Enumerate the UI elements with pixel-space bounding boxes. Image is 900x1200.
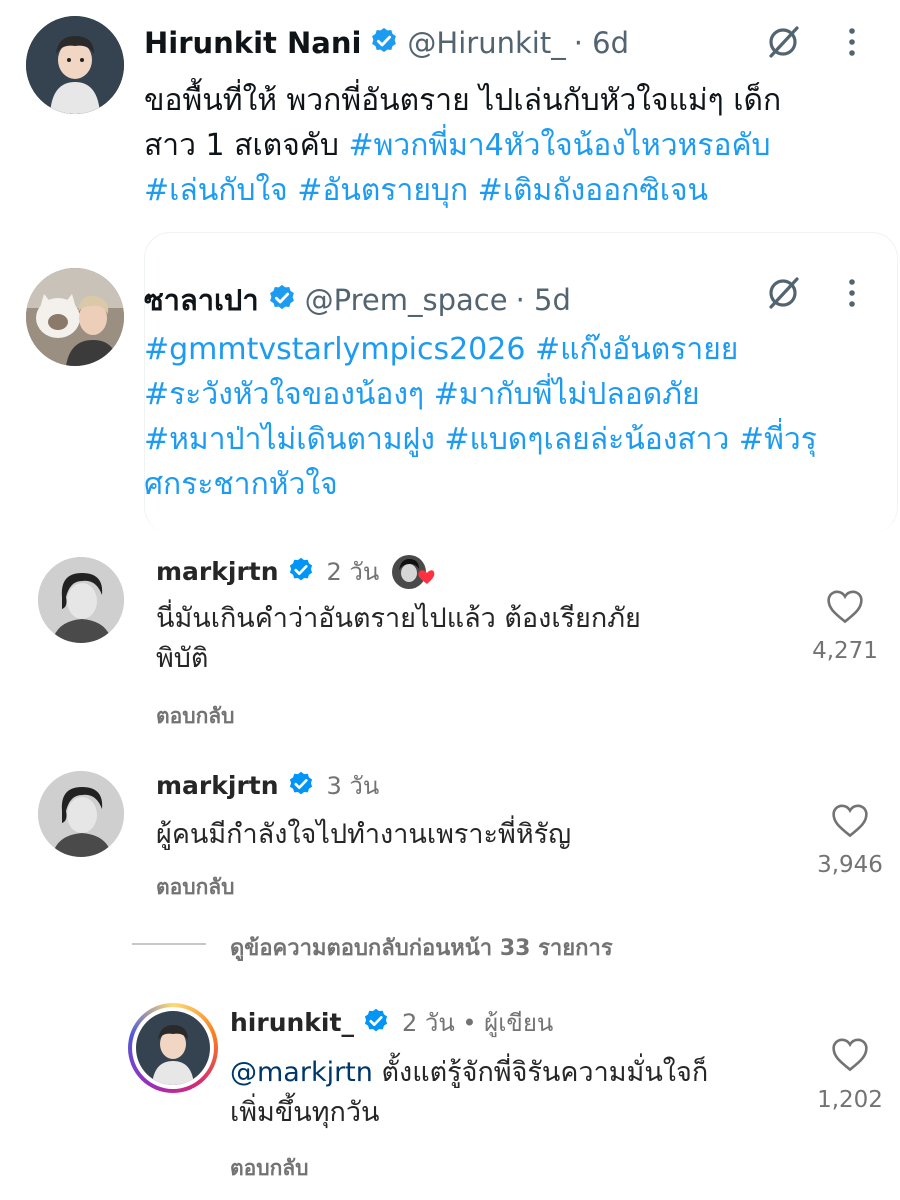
tweet-text: #gmmtvstarlympics2026 #แก๊งอันตรายย #ระว…: [144, 327, 884, 507]
hashtag-link[interactable]: #พวกพี่มา4หัวใจน้องไหวหรอคับ: [348, 128, 770, 163]
verified-icon: [362, 1007, 390, 1039]
mention-link[interactable]: @markjrtn: [230, 1057, 373, 1088]
comment-text-line: นี่มันเกินคำว่าอันตรายไปแล้ว ต้องเรียกภั…: [156, 603, 641, 634]
hashtag-link[interactable]: #หมาป่าไม่เดินตามฝูง #แบดๆเลยล่ะน้องสาว …: [144, 417, 884, 462]
handle[interactable]: @Hirunkit_: [407, 26, 565, 60]
timestamp[interactable]: · 6d: [574, 26, 629, 60]
hashtag-link[interactable]: #gmmtvstarlympics2026 #แก๊งอันตรายย: [144, 327, 884, 372]
hashtag-link[interactable]: ศกระชากหัวใจ: [144, 462, 884, 507]
avatar[interactable]: [26, 268, 124, 366]
avatar[interactable]: [38, 771, 124, 857]
tweet-text-fragment: สาว 1 สเตจคับ: [144, 128, 349, 163]
avatar-illustration: [38, 771, 124, 857]
avatar-illustration: [38, 557, 124, 643]
like-count: 4,271: [812, 638, 878, 664]
view-previous-replies[interactable]: ดูข้อความตอบกลับก่อนหน้า 33 รายการ: [230, 930, 613, 965]
comment-time: 3 วัน: [326, 772, 380, 800]
hashtag-link[interactable]: #เล่นกับใจ #อันตรายบุก #เติมถังออกซิเจน: [144, 168, 874, 213]
avatar[interactable]: [26, 16, 124, 114]
avatar-illustration: [26, 16, 124, 114]
reply-button[interactable]: ตอบกลับ: [156, 871, 235, 904]
verified-icon: [287, 770, 315, 802]
avatar-illustration: [136, 1011, 210, 1085]
handle[interactable]: @Prem_space: [305, 283, 508, 317]
username[interactable]: markjrtn: [156, 771, 279, 800]
verified-icon: [267, 283, 297, 317]
reply-button[interactable]: ตอบกลับ: [230, 1152, 309, 1185]
comment-time: 2 วัน • ผู้เขียน: [401, 1009, 554, 1037]
avatar-story-ring[interactable]: [128, 1003, 218, 1093]
comment-header: hirunkit_ 2 วัน • ผู้เขียน: [230, 1003, 553, 1042]
more-icon[interactable]: [844, 24, 860, 64]
heart-icon[interactable]: [825, 588, 865, 628]
avatar-illustration: [26, 268, 124, 366]
display-name[interactable]: Hirunkit Nani: [144, 26, 361, 60]
grok-icon[interactable]: [764, 23, 802, 65]
tweet-header: Hirunkit Nani @Hirunkit_ · 6d: [144, 26, 629, 60]
comment-header: markjrtn 3 วัน: [156, 766, 379, 805]
avatar: [136, 1011, 210, 1085]
tweet-text: ขอพื้นที่ให้ พวกพี่อันตราย ไปเล่นกับหัวใ…: [144, 78, 874, 213]
comment-header: markjrtn 2 วัน: [156, 552, 435, 591]
comment-text-fragment: ตั้งแต่รู้จักพี่จิรันความมั่นใจก็: [372, 1057, 709, 1088]
comment-time: 2 วัน: [326, 558, 380, 586]
tweet-header: ซาลาเปา @Prem_space · 5d: [144, 277, 571, 323]
comment-text: @markjrtn ตั้งแต่รู้จักพี่จิรันความมั่นใ…: [230, 1053, 708, 1133]
hashtag-link[interactable]: #ระวังหัวใจของน้องๆ #มากับพี่ไม่ปลอดภัย: [144, 372, 884, 417]
tweet-text-line: สาว 1 สเตจคับ #พวกพี่มา4หัวใจน้องไหวหรอค…: [144, 123, 874, 168]
tweet-text-line: ขอพื้นที่ให้ พวกพี่อันตราย ไปเล่นกับหัวใ…: [144, 83, 782, 118]
display-name[interactable]: ซาลาเปา: [144, 277, 259, 323]
comment-text: นี่มันเกินคำว่าอันตรายไปแล้ว ต้องเรียกภั…: [156, 599, 641, 679]
like-count: 3,946: [817, 852, 883, 878]
username[interactable]: markjrtn: [156, 557, 279, 586]
comment-text-line: @markjrtn ตั้งแต่รู้จักพี่จิรันความมั่นใ…: [230, 1053, 708, 1093]
heart-icon[interactable]: [830, 1036, 870, 1076]
verified-icon: [369, 26, 399, 60]
comment-text-line: เพิ่มขึ้นทุกวัน: [230, 1097, 380, 1128]
comment-text: ผู้คนมีกำลังใจไปทำงานเพราะพี่หิรัญ: [156, 815, 571, 855]
avatar[interactable]: [38, 557, 124, 643]
verified-icon: [287, 556, 315, 588]
like-count: 1,202: [817, 1087, 883, 1113]
more-icon[interactable]: [844, 275, 860, 315]
username[interactable]: hirunkit_: [230, 1008, 354, 1037]
replies-divider: [132, 943, 206, 945]
timestamp[interactable]: · 5d: [516, 283, 571, 317]
reply-button[interactable]: ตอบกลับ: [156, 700, 235, 733]
comment-text-line: พิบัติ: [156, 643, 209, 674]
author-liked-badge: [391, 553, 435, 591]
grok-icon[interactable]: [764, 274, 802, 316]
comment-text-line: ผู้คนมีกำลังใจไปทำงานเพราะพี่หิรัญ: [156, 819, 572, 850]
heart-icon[interactable]: [830, 802, 870, 842]
